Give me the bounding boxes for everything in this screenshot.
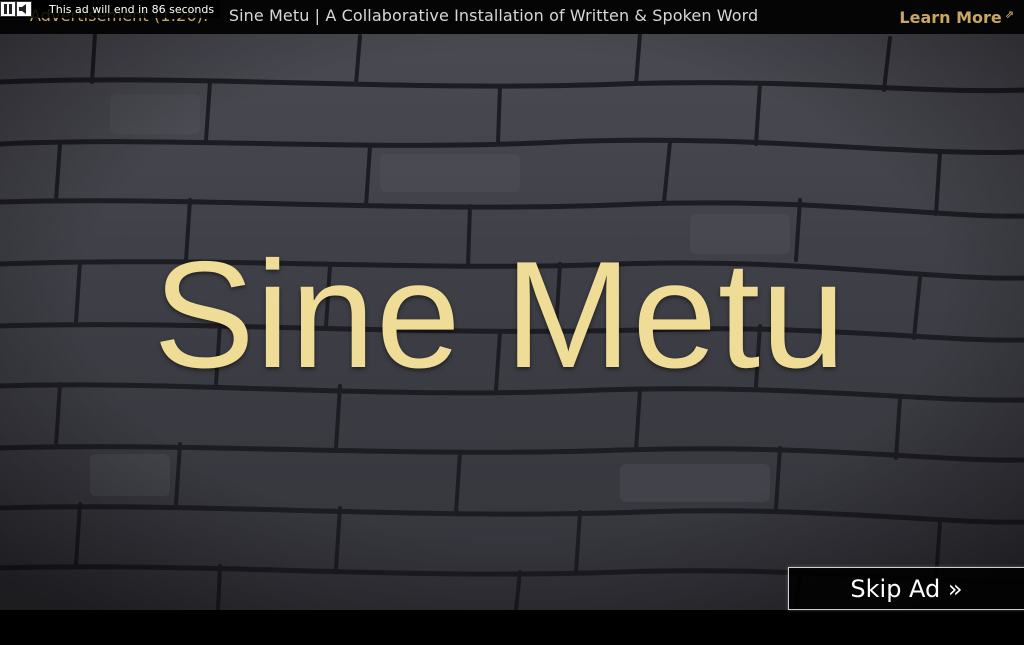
ad-title: Sine Metu | A Collaborative Installation… — [228, 6, 759, 25]
skip-ad-button[interactable]: Skip Ad » — [788, 567, 1024, 610]
video-frame[interactable]: Sine Metu — [0, 34, 1024, 610]
learn-more-label: Learn More — [899, 8, 1002, 27]
volume-icon[interactable] — [16, 1, 32, 17]
ad-countdown-text: This ad will end in 86 seconds — [49, 2, 215, 16]
video-title-text: Sine Metu — [153, 230, 847, 400]
skip-ad-label: Skip Ad » — [850, 574, 963, 603]
video-ad-player: Sine Metu Advertisement (1:26): Sine Met… — [0, 0, 1024, 645]
pause-icon[interactable] — [0, 1, 16, 17]
ad-countdown: This ad will end in 86 seconds — [0, 0, 221, 18]
player-bottom-bar — [0, 610, 1024, 645]
learn-more-link[interactable]: Learn More ⇗ — [899, 8, 1014, 27]
external-link-icon: ⇗ — [1004, 8, 1014, 21]
